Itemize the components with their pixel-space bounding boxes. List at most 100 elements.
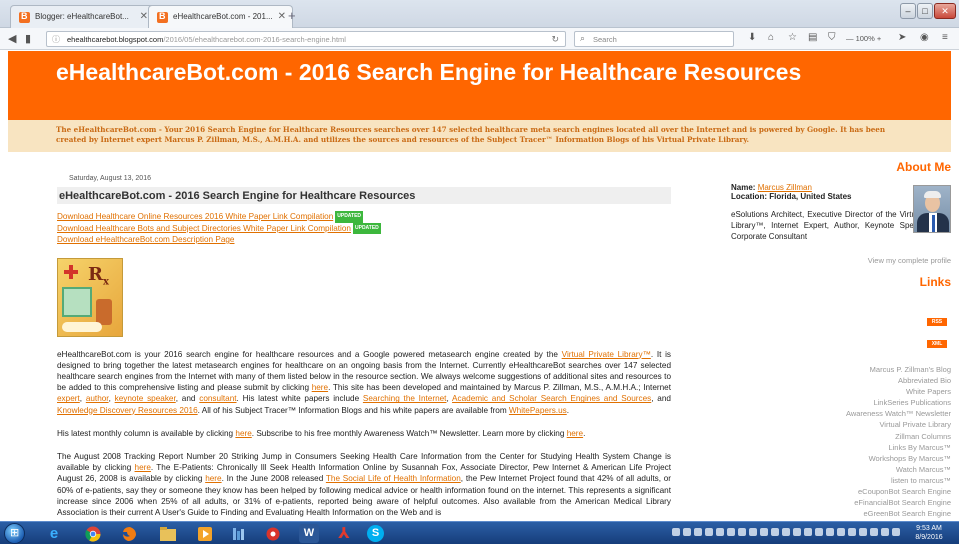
sidebar-link[interactable]: eFinancialBot Search Engine [731, 497, 951, 508]
learn-more-here-link[interactable]: here [567, 429, 583, 438]
sidebar-link[interactable]: Virtual Private Library [731, 419, 951, 430]
academic-scholar-link[interactable]: Academic and Scholar Search Engines and … [452, 394, 651, 403]
tray-icon[interactable] [859, 528, 867, 536]
links-heading: Links [919, 275, 951, 289]
tray-icon[interactable] [705, 528, 713, 536]
author-link[interactable]: author [86, 394, 109, 403]
word-icon[interactable]: W [299, 524, 319, 543]
tracking-report-link[interactable]: here [135, 463, 151, 472]
tray-icon[interactable] [826, 528, 834, 536]
whitepapers-link[interactable]: WhitePapers.us [509, 406, 567, 415]
firefox-icon[interactable] [119, 524, 139, 543]
tray-icon[interactable] [683, 528, 691, 536]
search-input[interactable]: ⌕ Search [574, 31, 734, 47]
tray-icon[interactable] [870, 528, 878, 536]
sidebar-link[interactable]: Workshops By Marcus™ [731, 453, 951, 464]
expert-link[interactable]: expert [57, 394, 80, 403]
tray-icon[interactable] [782, 528, 790, 536]
download-link-description-page[interactable]: Download eHealthcareBot.com Description … [57, 234, 671, 246]
tray-icon[interactable] [848, 528, 856, 536]
maximize-button[interactable]: □ [917, 3, 933, 19]
knowledge-discovery-link[interactable]: Knowledge Discovery Resources 2016 [57, 406, 198, 415]
sidebar-link[interactable]: Abbreviated Bio [731, 375, 951, 386]
media-player-icon[interactable] [195, 524, 215, 543]
new-tab-button[interactable]: + [288, 8, 296, 23]
zoom-control[interactable]: — 100% + [846, 34, 881, 43]
tray-icon[interactable] [804, 528, 812, 536]
address-bar[interactable]: ⓘ ehealthcarebot.blogspot.com/2016/05/eh… [46, 31, 566, 47]
tracking-report-paragraph: The August 2008 Tracking Report Number 2… [57, 451, 672, 517]
social-life-link[interactable]: The Social Life of Health Information [326, 474, 461, 483]
tray-icon[interactable] [749, 528, 757, 536]
reload-icon[interactable]: ↻ [551, 34, 559, 45]
sidebar-link[interactable]: listen to marcus™ [731, 475, 951, 486]
profile-name-link[interactable]: Marcus Zillman [758, 183, 812, 192]
taskbar-clock[interactable]: 9:53 AM 8/9/2016 [906, 524, 952, 542]
sidebar-link[interactable]: Awareness Watch™ Newsletter [731, 408, 951, 419]
searching-internet-link[interactable]: Searching the Internet [363, 394, 447, 403]
start-button[interactable] [4, 523, 25, 544]
sidebar-link[interactable]: Watch Marcus™ [731, 464, 951, 475]
consultant-link[interactable]: consultant [199, 394, 236, 403]
download-link-bots-directories[interactable]: Download Healthcare Bots and Subject Dir… [57, 222, 671, 234]
skype-icon[interactable]: S [367, 525, 384, 542]
tray-icon[interactable] [672, 528, 680, 536]
menu-icon[interactable]: ≡ [942, 32, 948, 43]
pocket-icon[interactable]: ⛉ [828, 32, 836, 43]
send-icon[interactable]: ➤ [898, 32, 906, 43]
history-icon[interactable]: ▮ [25, 32, 31, 45]
bookmarks-icon[interactable]: ▤ [808, 32, 817, 43]
sidebar-link[interactable]: Zillman Columns [731, 431, 951, 442]
virtual-private-library-link[interactable]: Virtual Private Library™ [562, 350, 651, 359]
network-icon[interactable] [892, 528, 900, 536]
tray-icon[interactable] [815, 528, 823, 536]
close-tab-icon[interactable]: ✕ [278, 11, 286, 22]
tab-blogger[interactable]: Blogger: eHealthcareBot... ✕ [10, 5, 155, 28]
sidebar-link[interactable]: eGreenBot Search Engine [731, 508, 951, 519]
ie-icon[interactable]: e [44, 524, 64, 543]
tray-icon[interactable] [771, 528, 779, 536]
tray-icon[interactable] [837, 528, 845, 536]
avatar[interactable] [913, 185, 951, 233]
download-link-label[interactable]: Download eHealthcareBot.com Description … [57, 235, 235, 244]
tray-icon[interactable] [760, 528, 768, 536]
sidebar-link[interactable]: LinkSeries Publications [731, 397, 951, 408]
sidebar-link[interactable]: eCouponBot Search Engine [731, 486, 951, 497]
view-profile-link[interactable]: View my complete profile [731, 256, 951, 265]
download-icon[interactable]: ⬇ [748, 32, 756, 43]
close-window-button[interactable]: ✕ [934, 3, 956, 19]
updated-badge: UPDATED [335, 211, 364, 223]
file-explorer-icon[interactable] [158, 524, 178, 543]
rss-feed-button[interactable]: RSS [927, 318, 947, 326]
download-link-label[interactable]: Download Healthcare Online Resources 201… [57, 212, 333, 221]
back-icon[interactable]: ◀ [8, 32, 16, 45]
sidebar-link[interactable]: White Papers [731, 386, 951, 397]
download-link-online-resources[interactable]: Download Healthcare Online Resources 201… [57, 211, 671, 223]
keynote-speaker-link[interactable]: keynote speaker [115, 394, 176, 403]
url-path: /2016/05/ehealthcarebot.com-2016-search-… [163, 35, 346, 44]
bookmark-star-icon[interactable]: ☆ [788, 32, 797, 43]
sidebar-link[interactable]: Links By Marcus™ [731, 442, 951, 453]
submit-here-link[interactable]: here [312, 383, 328, 392]
sidebar-link[interactable]: Marcus P. Zillman's Blog [731, 364, 951, 375]
pdf-icon[interactable]: ⅄ [334, 524, 354, 543]
column-here-link[interactable]: here [235, 429, 251, 438]
minimize-button[interactable]: – [900, 3, 916, 19]
record-icon[interactable] [263, 524, 283, 543]
tray-icon[interactable] [727, 528, 735, 536]
site-title[interactable]: eHealthcareBot.com - 2016 Search Engine … [56, 58, 926, 86]
tray-icon[interactable] [716, 528, 724, 536]
tray-icon[interactable] [793, 528, 801, 536]
tools-icon[interactable] [228, 524, 248, 543]
epatients-link[interactable]: here [205, 474, 221, 483]
home-icon[interactable]: ⌂ [768, 32, 774, 43]
xml-feed-button[interactable]: XML [927, 340, 947, 348]
close-tab-icon[interactable]: ✕ [140, 11, 148, 22]
sync-icon[interactable]: ◉ [920, 32, 929, 43]
tab-ehealthcarebot[interactable]: eHealthcareBot.com - 201... ✕ [148, 5, 293, 28]
tray-icon[interactable] [694, 528, 702, 536]
chrome-icon[interactable] [83, 524, 103, 543]
tray-icon[interactable] [738, 528, 746, 536]
download-link-label[interactable]: Download Healthcare Bots and Subject Dir… [57, 224, 351, 233]
volume-icon[interactable] [881, 528, 889, 536]
